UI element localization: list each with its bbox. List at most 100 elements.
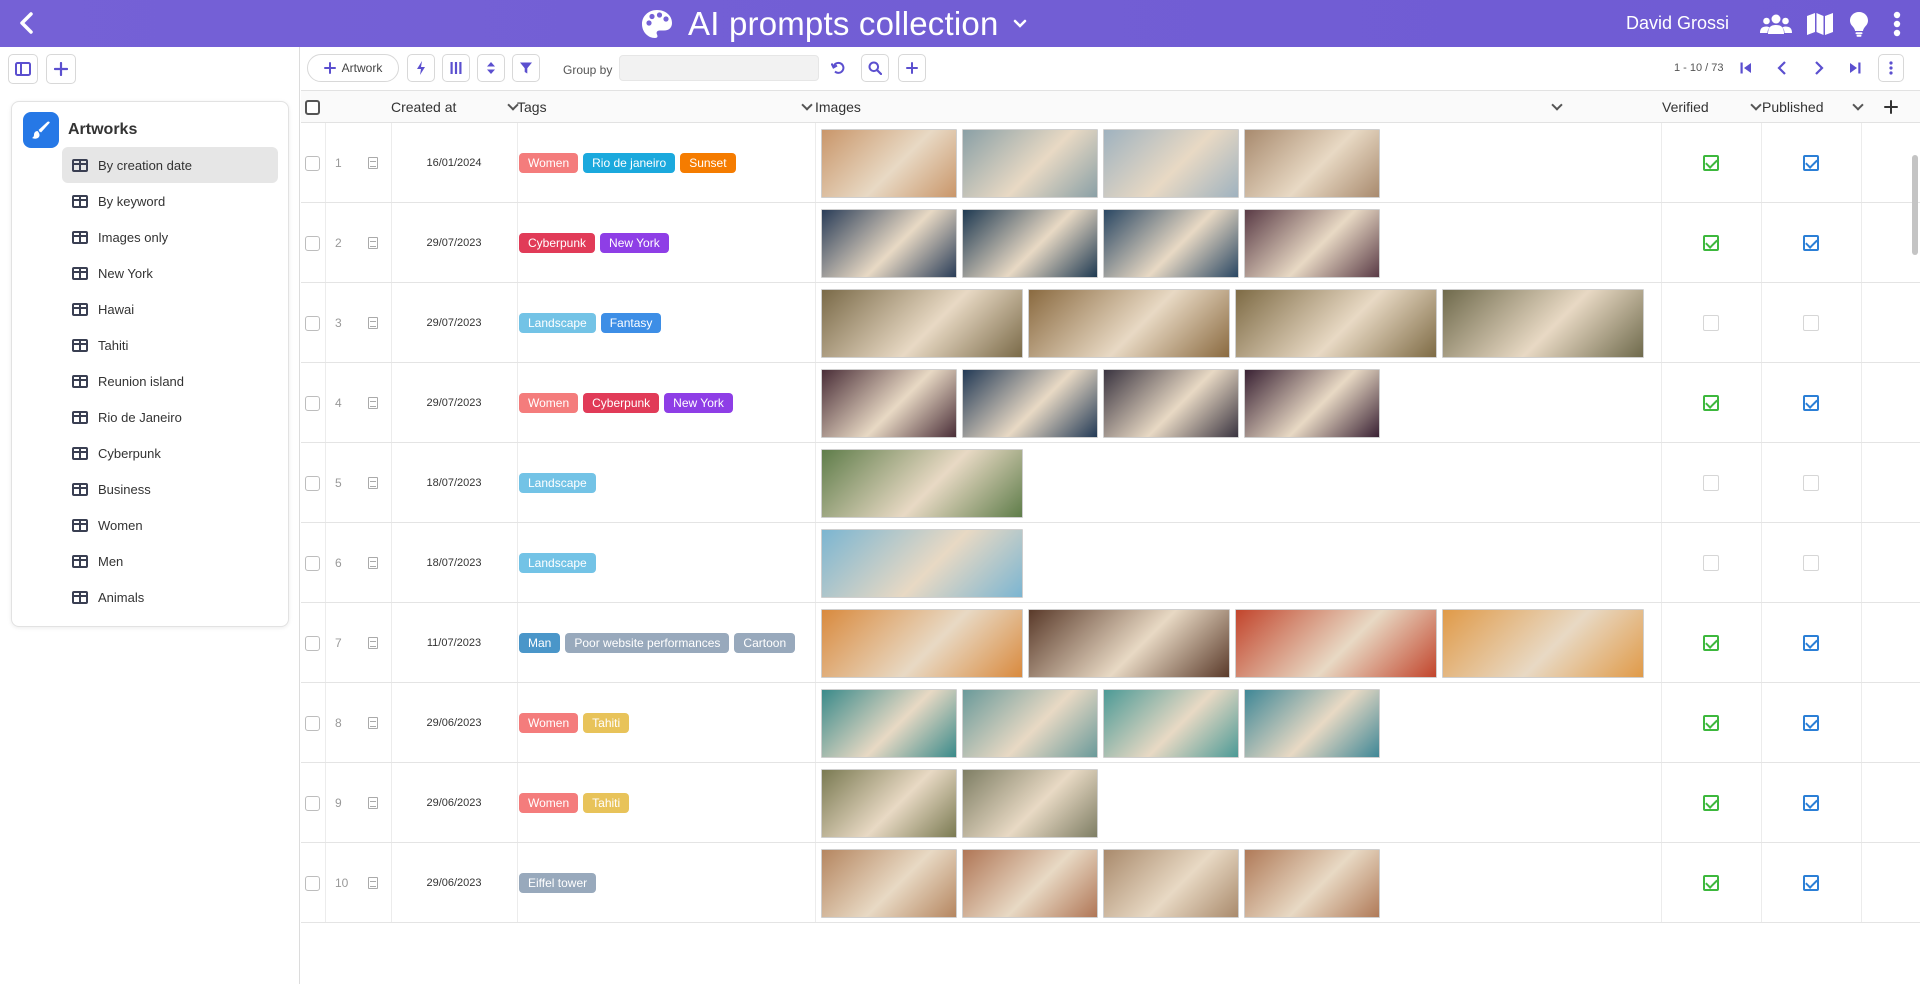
map-button[interactable] [1804,8,1836,40]
column-header-tags[interactable]: Tags [517,91,813,123]
document-icon[interactable] [368,557,378,569]
image-thumbnail[interactable] [1235,288,1437,358]
sidebar-item[interactable]: New York [62,255,278,291]
tags-cell[interactable]: Landscape Fantasy [519,283,666,363]
sidebar-item[interactable]: Tahiti [62,327,278,363]
image-thumbnail[interactable] [1103,368,1239,438]
column-header-images[interactable]: Images [815,91,1563,123]
category-title[interactable]: Artworks [68,121,137,139]
verified-checkbox[interactable] [1703,155,1719,171]
image-thumbnail[interactable] [1103,688,1239,758]
select-all-checkbox[interactable] [305,99,320,115]
add-artwork-button[interactable]: Artwork [307,54,399,82]
image-thumbnail[interactable] [962,208,1098,278]
first-page-button[interactable] [1731,54,1761,82]
published-checkbox[interactable] [1803,555,1819,571]
automation-button[interactable] [407,54,435,82]
document-icon[interactable] [368,797,378,809]
row-checkbox[interactable] [305,795,320,811]
row-checkbox[interactable] [305,475,320,491]
image-thumbnail[interactable] [1244,128,1380,198]
images-cell[interactable] [821,283,1649,363]
image-thumbnail[interactable] [1442,288,1644,358]
image-thumbnail[interactable] [1028,608,1230,678]
back-button[interactable] [10,6,44,40]
image-thumbnail[interactable] [1103,128,1239,198]
image-thumbnail[interactable] [821,688,957,758]
sidebar-item[interactable]: Cyberpunk [62,435,278,471]
image-thumbnail[interactable] [1028,288,1230,358]
document-icon[interactable] [368,157,378,169]
column-header-verified[interactable]: Verified [1662,91,1762,123]
row-checkbox[interactable] [305,555,320,571]
row-checkbox[interactable] [305,715,320,731]
sidebar-item[interactable]: Women [62,507,278,543]
ideas-button[interactable] [1843,8,1875,40]
images-cell[interactable] [821,843,1385,923]
row-checkbox[interactable] [305,155,320,171]
table-options-button[interactable] [1878,54,1904,82]
tags-cell[interactable]: Women Cyberpunk New York [519,363,738,443]
image-thumbnail[interactable] [821,528,1023,598]
image-thumbnail[interactable] [1235,608,1437,678]
verified-checkbox[interactable] [1703,395,1719,411]
image-thumbnail[interactable] [821,368,957,438]
tags-cell[interactable]: Women Tahiti [519,763,634,843]
image-thumbnail[interactable] [821,128,957,198]
sidebar-item[interactable]: Business [62,471,278,507]
row-checkbox[interactable] [305,315,320,331]
title-dropdown[interactable]: AI prompts collection [640,0,1027,47]
created-at-cell[interactable]: 29/07/2023 [391,283,517,363]
image-thumbnail[interactable] [962,848,1098,918]
image-thumbnail[interactable] [1103,208,1239,278]
tags-cell[interactable]: Eiffel tower [519,843,601,923]
published-checkbox[interactable] [1803,395,1819,411]
created-at-cell[interactable]: 29/07/2023 [391,363,517,443]
table-row[interactable]: 9 29/06/2023 Women Tahiti [301,763,1920,843]
table-row[interactable]: 1 16/01/2024 Women Rio de janeiro Sunset [301,123,1920,203]
group-by-input[interactable] [619,55,819,81]
image-thumbnail[interactable] [962,688,1098,758]
sidebar-item[interactable]: Images only [62,219,278,255]
images-cell[interactable] [821,603,1649,683]
published-checkbox[interactable] [1803,235,1819,251]
image-thumbnail[interactable] [821,848,957,918]
more-menu-button[interactable] [1881,8,1913,40]
created-at-cell[interactable]: 29/06/2023 [391,683,517,763]
published-checkbox[interactable] [1803,715,1819,731]
last-page-button[interactable] [1840,54,1870,82]
next-page-button[interactable] [1804,54,1834,82]
image-thumbnail[interactable] [821,608,1023,678]
created-at-cell[interactable]: 29/06/2023 [391,763,517,843]
tags-cell[interactable]: Women Rio de janeiro Sunset [519,123,741,203]
table-row[interactable]: 2 29/07/2023 Cyberpunk New York [301,203,1920,283]
sidebar-item[interactable]: Men [62,543,278,579]
created-at-cell[interactable]: 18/07/2023 [391,523,517,603]
tags-cell[interactable]: Women Tahiti [519,683,634,763]
created-at-cell[interactable]: 29/06/2023 [391,843,517,923]
row-checkbox[interactable] [305,635,320,651]
table-row[interactable]: 10 29/06/2023 Eiffel tower [301,843,1920,923]
published-checkbox[interactable] [1803,475,1819,491]
image-thumbnail[interactable] [821,768,957,838]
verified-checkbox[interactable] [1703,875,1719,891]
image-thumbnail[interactable] [962,368,1098,438]
verified-checkbox[interactable] [1703,315,1719,331]
verified-checkbox[interactable] [1703,795,1719,811]
created-at-cell[interactable]: 16/01/2024 [391,123,517,203]
users-button[interactable] [1760,8,1792,40]
document-icon[interactable] [368,237,378,249]
document-icon[interactable] [368,477,378,489]
tags-cell[interactable]: Landscape [519,523,601,603]
image-thumbnail[interactable] [1244,848,1380,918]
image-thumbnail[interactable] [1103,848,1239,918]
sidebar-item[interactable]: Reunion island [62,363,278,399]
sidebar-item[interactable]: By creation date [62,147,278,183]
document-icon[interactable] [368,637,378,649]
document-icon[interactable] [368,877,378,889]
sort-button[interactable] [477,54,505,82]
row-checkbox[interactable] [305,875,320,891]
sidebar-item[interactable]: By keyword [62,183,278,219]
sidebar-item[interactable]: Rio de Janeiro [62,399,278,435]
images-cell[interactable] [821,363,1385,443]
